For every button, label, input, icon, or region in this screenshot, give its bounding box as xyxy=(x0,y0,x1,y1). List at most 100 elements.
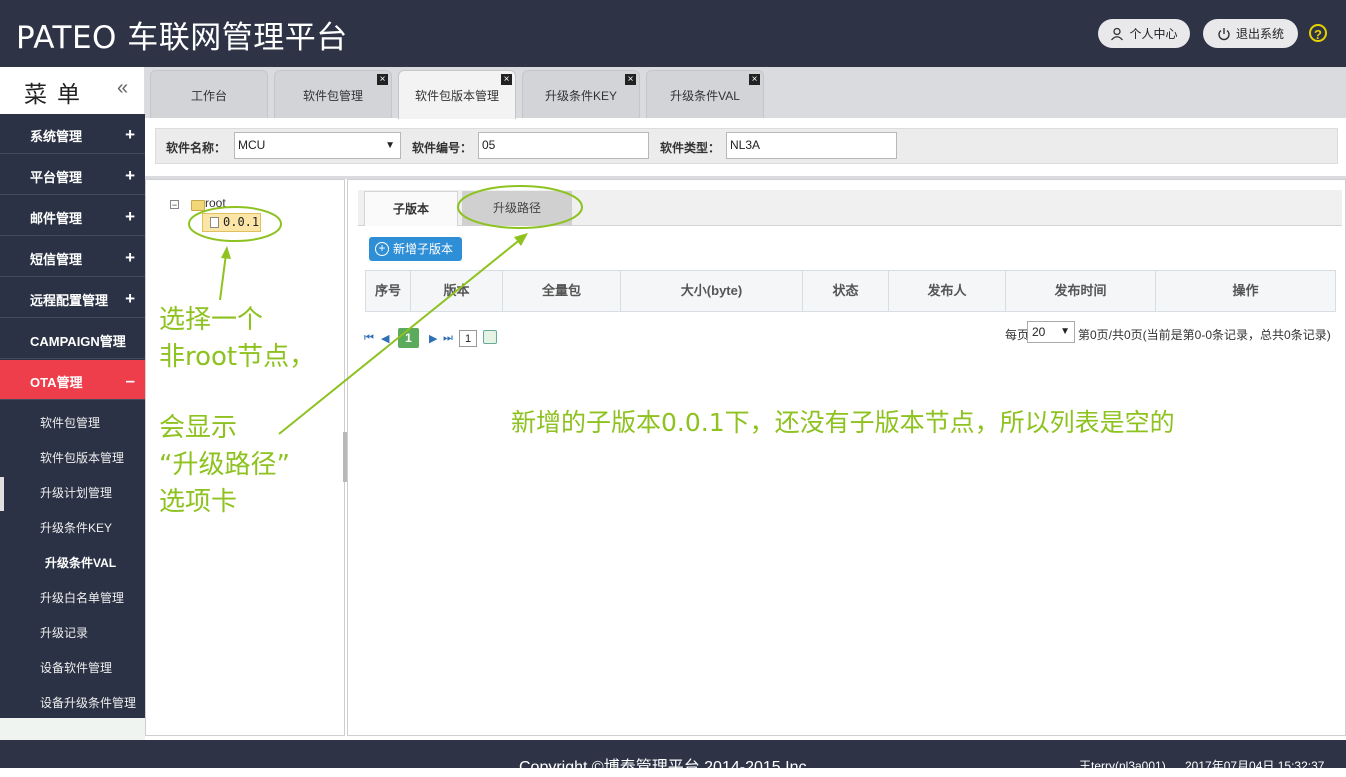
sidebar-section-label: OTA管理 xyxy=(30,375,83,390)
tab-label: 升级条件KEY xyxy=(544,89,617,103)
tab-package-version[interactable]: 软件包版本管理 × xyxy=(398,70,516,119)
sidebar-section-label: 系统管理 xyxy=(30,129,83,144)
sidebar-bottom xyxy=(0,718,145,740)
help-icon[interactable]: ? xyxy=(1309,24,1327,42)
app-title: PATEO 车联网管理平台 xyxy=(16,20,348,56)
per-page-label: 每页 xyxy=(1005,328,1030,342)
annotation-show-line3: 选项卡 xyxy=(159,487,238,517)
sidebar-section-system[interactable]: 系统管理 + xyxy=(0,114,145,154)
software-type-input[interactable]: NL3A xyxy=(726,132,897,159)
file-icon xyxy=(210,217,219,228)
sidebar-section-sms[interactable]: 短信管理 + xyxy=(0,237,145,277)
software-code-input[interactable]: 05 xyxy=(478,132,649,159)
footer: Copyright ©博泰管理平台 2014-2015 Inc 王terry(n… xyxy=(0,740,1346,776)
tab-condition-key[interactable]: 升级条件KEY × xyxy=(522,70,640,118)
tab-label: 工作台 xyxy=(190,89,227,103)
current-item-marker xyxy=(0,477,4,511)
tab-workbench[interactable]: 工作台 xyxy=(150,70,268,118)
power-icon xyxy=(1218,27,1230,40)
column-header-publisher[interactable]: 发布人 xyxy=(889,271,1006,311)
column-header-status[interactable]: 状态 xyxy=(803,271,889,311)
annotation-select-line2: 非root节点， xyxy=(159,342,316,372)
current-user: 王terry(nl3a001) xyxy=(1079,759,1166,773)
profile-button[interactable]: 个人中心 xyxy=(1098,19,1190,48)
column-header-index[interactable]: 序号 xyxy=(366,271,411,311)
sidebar-item-condition-val[interactable]: 升级条件VAL xyxy=(0,543,145,578)
tab-condition-val[interactable]: 升级条件VAL × xyxy=(646,70,764,118)
annotation-show-line1: 会显示 xyxy=(159,413,238,443)
sidebar-item-label: 升级条件VAL xyxy=(45,556,117,570)
logout-button[interactable]: 退出系统 xyxy=(1203,19,1298,48)
tab-bar: 工作台 软件包管理 × 软件包版本管理 × 升级条件KEY × 升级条件VAL … xyxy=(145,67,1346,119)
last-page-icon[interactable]: ⏭ xyxy=(443,332,453,345)
sidebar-item-upgrade-plan[interactable]: 升级计划管理 xyxy=(0,473,145,508)
page-number-input[interactable]: 1 xyxy=(459,330,477,347)
sidebar-section-ota[interactable]: OTA管理 – xyxy=(0,360,145,400)
tree-node-label[interactable]: 0.0.1 xyxy=(223,215,259,229)
next-page-icon[interactable]: ▶ xyxy=(429,332,437,345)
column-header-full-package[interactable]: 全量包 xyxy=(503,271,621,311)
sidebar: 菜单 « 系统管理 + 平台管理 + 邮件管理 + 短信管理 + 远程配置管理 … xyxy=(0,67,145,718)
sidebar-item-label: 软件包版本管理 xyxy=(40,451,125,465)
add-child-version-button[interactable]: + 新增子版本 xyxy=(369,237,462,261)
sidebar-section-label: 短信管理 xyxy=(30,252,83,267)
sidebar-section-mail[interactable]: 邮件管理 + xyxy=(0,196,145,236)
grid-header: 序号 版本 全量包 大小(byte) 状态 发布人 发布时间 操作 xyxy=(365,270,1336,312)
add-circle-icon: + xyxy=(375,242,389,256)
annotation-show-line2: “升级路径” xyxy=(159,450,290,480)
column-header-size[interactable]: 大小(byte) xyxy=(621,271,803,311)
close-icon[interactable]: × xyxy=(625,74,636,85)
column-header-version[interactable]: 版本 xyxy=(411,271,503,311)
sidebar-item-condition-key[interactable]: 升级条件KEY xyxy=(0,508,145,543)
menu-header: 菜单 « xyxy=(0,67,145,114)
expand-icon: + xyxy=(125,166,135,185)
software-name-value: MCU xyxy=(238,138,266,152)
tab-label: 软件包管理 xyxy=(302,89,363,103)
sidebar-section-platform[interactable]: 平台管理 + xyxy=(0,155,145,195)
expand-icon: + xyxy=(125,289,135,308)
sidebar-item-label: 升级记录 xyxy=(40,626,89,640)
logout-label: 退出系统 xyxy=(1235,27,1284,41)
close-icon[interactable]: × xyxy=(377,74,388,85)
sidebar-item-upgrade-record[interactable]: 升级记录 xyxy=(0,613,145,648)
expand-icon: + xyxy=(125,125,135,144)
sidebar-item-label: 升级白名单管理 xyxy=(40,591,125,605)
tree-collapse-icon[interactable]: − xyxy=(170,200,179,210)
refresh-icon[interactable] xyxy=(483,330,497,344)
sidebar-item-package-version[interactable]: 软件包版本管理 xyxy=(0,438,145,473)
software-type-label: 软件类型： xyxy=(660,141,721,155)
sidebar-section-remote-config[interactable]: 远程配置管理 + xyxy=(0,278,145,318)
sidebar-item-device-condition[interactable]: 设备升级条件管理 xyxy=(0,683,145,718)
chevron-down-icon: ▼ xyxy=(385,140,395,151)
sidebar-item-label: 设备软件管理 xyxy=(40,661,113,675)
tab-package[interactable]: 软件包管理 × xyxy=(274,70,392,118)
sidebar-item-label: 设备升级条件管理 xyxy=(40,696,137,710)
sidebar-section-label: 远程配置管理 xyxy=(30,293,109,308)
column-header-publish-time[interactable]: 发布时间 xyxy=(1006,271,1156,311)
tab-label: 升级条件VAL xyxy=(670,89,740,103)
page-size-value: 20 xyxy=(1032,325,1046,339)
current-page-button[interactable]: 1 xyxy=(398,328,419,348)
first-page-icon[interactable]: ⏮ xyxy=(364,332,374,345)
sidebar-item-device-software[interactable]: 设备软件管理 xyxy=(0,648,145,683)
close-icon[interactable]: × xyxy=(501,74,512,85)
subtab-child-version[interactable]: 子版本 xyxy=(364,191,458,226)
sidebar-item-whitelist[interactable]: 升级白名单管理 xyxy=(0,578,145,613)
sidebar-section-label: 平台管理 xyxy=(30,170,83,185)
page-size-select[interactable]: 20 ▼ xyxy=(1027,321,1075,343)
close-icon[interactable]: × xyxy=(749,74,760,85)
menu-title: 菜单 xyxy=(24,82,90,108)
sidebar-section-campaign[interactable]: CAMPAIGN管理 xyxy=(0,319,145,359)
collapse-menu-icon[interactable]: « xyxy=(117,77,128,100)
tree-root-node[interactable]: root xyxy=(205,196,226,210)
user-icon xyxy=(1111,27,1124,40)
column-header-actions[interactable]: 操作 xyxy=(1156,271,1335,311)
copyright: Copyright ©博泰管理平台 2014-2015 Inc xyxy=(519,759,807,776)
sidebar-item-package[interactable]: 软件包管理 xyxy=(0,403,145,438)
prev-page-icon[interactable]: ◀ xyxy=(381,332,389,345)
chevron-down-icon: ▼ xyxy=(1060,326,1070,337)
expand-icon: + xyxy=(125,207,135,226)
software-name-select[interactable]: MCU ▼ xyxy=(234,132,401,159)
subtab-upgrade-path[interactable]: 升级路径 xyxy=(462,191,572,226)
annotation-empty-list: 新增的子版本0.0.1下，还没有子版本节点，所以列表是空的 xyxy=(511,408,1175,437)
